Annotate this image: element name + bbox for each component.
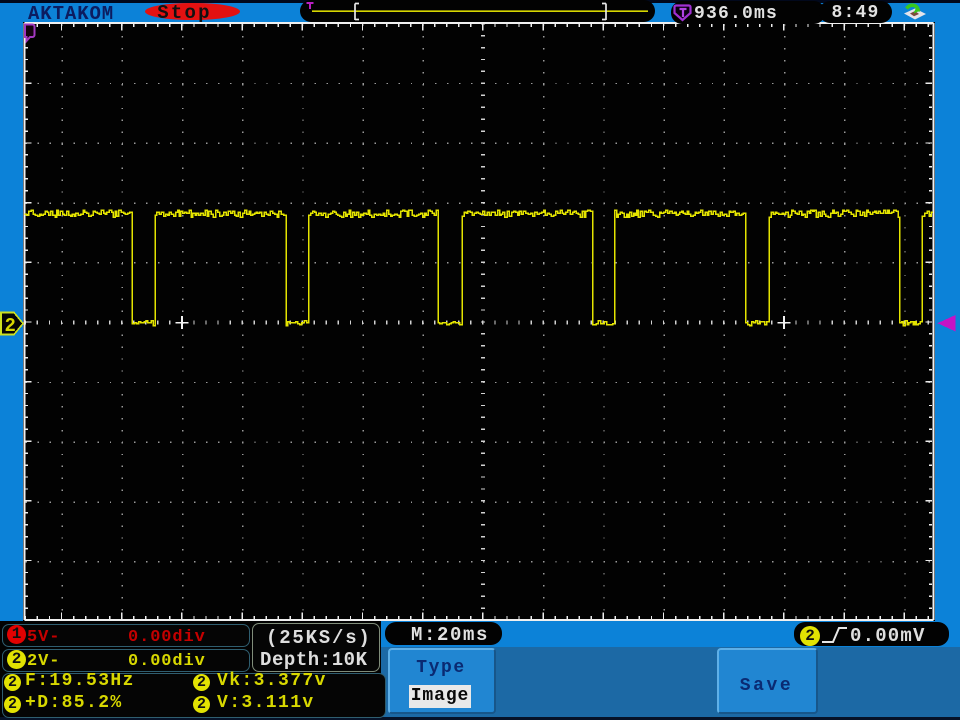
svg-text:2: 2: [5, 315, 16, 337]
